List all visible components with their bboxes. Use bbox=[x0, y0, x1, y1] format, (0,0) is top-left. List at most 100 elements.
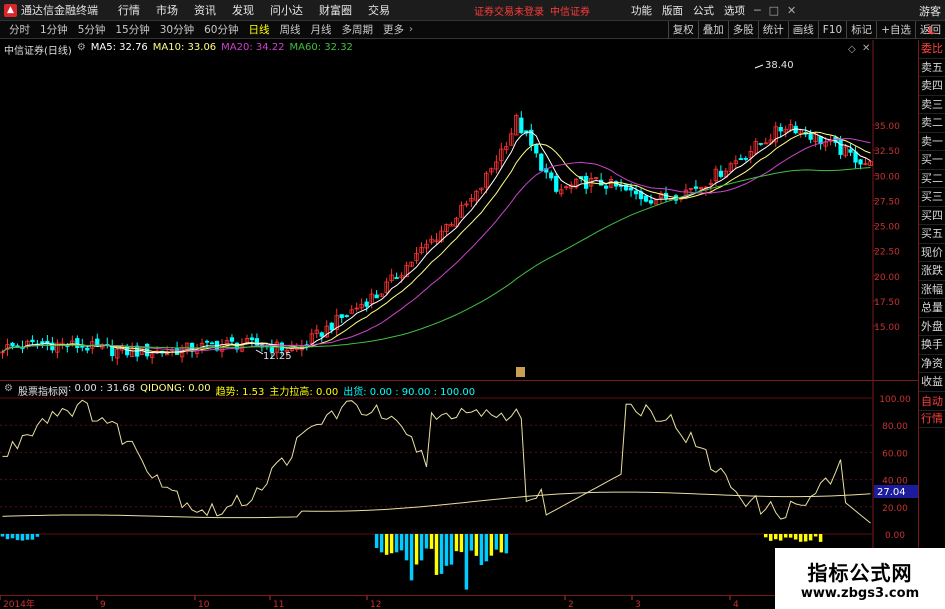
legend-ma20: MA20: 34.22 bbox=[221, 42, 285, 53]
menu-market[interactable]: 市场 bbox=[156, 2, 178, 18]
multi-stock-button[interactable]: 多股 bbox=[727, 20, 758, 39]
price-axis-label: 25.00 bbox=[874, 223, 900, 233]
price-high-marker: 38.40 bbox=[754, 60, 794, 71]
indicator-bars bbox=[0, 534, 823, 590]
tf-monthly[interactable]: 月线 bbox=[311, 22, 332, 37]
indicator-bar bbox=[494, 534, 499, 550]
indicator-trend: 趋势: 1.53 bbox=[215, 387, 265, 398]
quote-field-5: 卖一 bbox=[919, 133, 945, 151]
close-chart-icon[interactable]: ✕ bbox=[862, 43, 870, 54]
tf-more[interactable]: 更多 bbox=[383, 22, 404, 37]
indicator-bar bbox=[0, 534, 5, 537]
legend-ma5: MA5: 32.76 bbox=[90, 42, 148, 53]
date-label: 2014年 bbox=[3, 598, 35, 609]
tf-60min[interactable]: 60分钟 bbox=[204, 22, 238, 37]
menu-formula[interactable]: 公式 bbox=[693, 3, 714, 18]
tf-weekly[interactable]: 周线 bbox=[280, 22, 301, 37]
indicator-bar bbox=[788, 534, 793, 538]
add-watchlist-button[interactable]: +自选 bbox=[876, 20, 915, 39]
diamond-icon[interactable]: ◇ bbox=[848, 44, 856, 55]
indicator-bar bbox=[504, 534, 509, 554]
candle-body bbox=[519, 117, 524, 134]
candle-body bbox=[628, 187, 634, 191]
close-icon[interactable]: ✕ bbox=[787, 4, 796, 17]
indicator-bar bbox=[384, 534, 389, 555]
indicator-bar bbox=[449, 534, 454, 565]
price-low-marker: 12.25 bbox=[255, 349, 292, 362]
chevron-right-icon[interactable]: › bbox=[409, 24, 413, 35]
indicator-gear-icon[interactable]: ⚙ bbox=[4, 383, 13, 398]
quote-field-3: 卖三 bbox=[919, 96, 945, 114]
tf-daily[interactable]: 日线 bbox=[249, 22, 270, 37]
stock-name: 中信证券(日线) bbox=[4, 46, 72, 57]
indicator-axis-label: 80.00 bbox=[882, 422, 908, 432]
watermark-url: www.zbgs3.com bbox=[800, 585, 920, 601]
price-axis-label: 22.50 bbox=[874, 248, 900, 258]
maximize-icon[interactable]: □ bbox=[769, 4, 779, 17]
candle-body bbox=[643, 195, 649, 202]
tf-intraday[interactable]: 分时 bbox=[9, 22, 30, 37]
menu-quotes[interactable]: 行情 bbox=[118, 2, 140, 18]
menu-ask[interactable]: 问小达 bbox=[270, 2, 303, 18]
tf-1min[interactable]: 1分钟 bbox=[40, 22, 68, 37]
guest-label[interactable]: 游客 bbox=[919, 3, 941, 19]
menu-function[interactable]: 功能 bbox=[631, 3, 652, 18]
price-chart-canvas[interactable]: 35.00 32.50 30.00 27.50 25.00 22.50 20.00 17.50… bbox=[0, 40, 918, 380]
quote-field-14: 总量 bbox=[919, 299, 945, 318]
menu-trade[interactable]: 交易 bbox=[368, 2, 390, 18]
price-axis-label: 30.00 bbox=[874, 172, 900, 182]
candle-body bbox=[549, 172, 554, 179]
tf-15min[interactable]: 15分钟 bbox=[115, 22, 149, 37]
overlay-button[interactable]: 叠加 bbox=[697, 20, 728, 39]
indicator-bar bbox=[768, 534, 773, 541]
menu-options[interactable]: 选项 bbox=[724, 3, 745, 18]
indicator-lines bbox=[2, 399, 871, 524]
quote-field-19[interactable]: 自动 bbox=[919, 394, 945, 411]
watermark-title: 指标公式网 bbox=[807, 560, 913, 585]
tf-5min[interactable]: 5分钟 bbox=[78, 22, 106, 37]
corner-label: L bbox=[927, 24, 935, 37]
indicator-axis-label: 100.00 bbox=[879, 395, 911, 405]
indicator-bar bbox=[773, 534, 778, 540]
mark-button[interactable]: 标记 bbox=[846, 20, 876, 39]
menu-news[interactable]: 资讯 bbox=[194, 2, 216, 18]
candle-body bbox=[30, 339, 35, 343]
menu-wealth[interactable]: 财富圈 bbox=[319, 2, 352, 18]
price-chart[interactable]: 35.00 32.50 30.00 27.50 25.00 22.50 20.00 17.50… bbox=[0, 40, 918, 380]
indicator-bar bbox=[818, 534, 823, 542]
indicator-bar bbox=[30, 534, 35, 540]
indicator-bar bbox=[793, 534, 798, 540]
minimize-icon[interactable]: ─ bbox=[754, 4, 761, 17]
indicator-values: : 0.00 : 31.68 bbox=[67, 383, 136, 394]
candle-body bbox=[778, 126, 783, 132]
candle-body bbox=[329, 322, 334, 331]
restore-rights-button[interactable]: 复权 bbox=[667, 20, 698, 39]
indicator-bar bbox=[434, 534, 439, 575]
statistics-button[interactable]: 统计 bbox=[757, 20, 788, 39]
f10-button[interactable]: F10 bbox=[817, 20, 846, 39]
timeframe-bar: 分时 1分钟 5分钟 15分钟 30分钟 60分钟 日线 周线 月线 多周期 更… bbox=[0, 20, 945, 39]
indicator-bar bbox=[459, 534, 464, 553]
event-marker-icon[interactable] bbox=[516, 367, 525, 377]
indicator-bar bbox=[783, 534, 788, 538]
draw-line-button[interactable]: 画线 bbox=[787, 20, 818, 39]
indicator-bar bbox=[394, 534, 399, 553]
price-axis-label: 32.50 bbox=[874, 147, 900, 157]
quote-field-8: 买三 bbox=[919, 188, 945, 207]
tf-multi[interactable]: 多周期 bbox=[342, 22, 374, 37]
price-low-label: 12.25 bbox=[263, 351, 292, 362]
login-alert[interactable]: 证券交易未登录 bbox=[474, 3, 544, 18]
indicator-bar bbox=[15, 534, 20, 541]
tf-30min[interactable]: 30分钟 bbox=[160, 22, 194, 37]
quote-field-6: 买一 bbox=[919, 151, 945, 170]
indicator-main-pull: 主力拉高: 0.00 bbox=[269, 387, 339, 398]
date-label: 3 bbox=[635, 600, 641, 609]
date-label: 4 bbox=[733, 600, 739, 609]
menu-discover[interactable]: 发现 bbox=[232, 2, 254, 18]
candle-body bbox=[75, 338, 80, 349]
indicator-sell: 出货: 0.00 : 90.00 : 100.00 bbox=[343, 387, 476, 398]
menu-layout[interactable]: 版面 bbox=[662, 3, 683, 18]
settings-gear-icon[interactable]: ⚙ bbox=[77, 42, 86, 57]
quote-field-20[interactable]: 行情 bbox=[919, 411, 945, 428]
candle-body bbox=[738, 158, 743, 161]
